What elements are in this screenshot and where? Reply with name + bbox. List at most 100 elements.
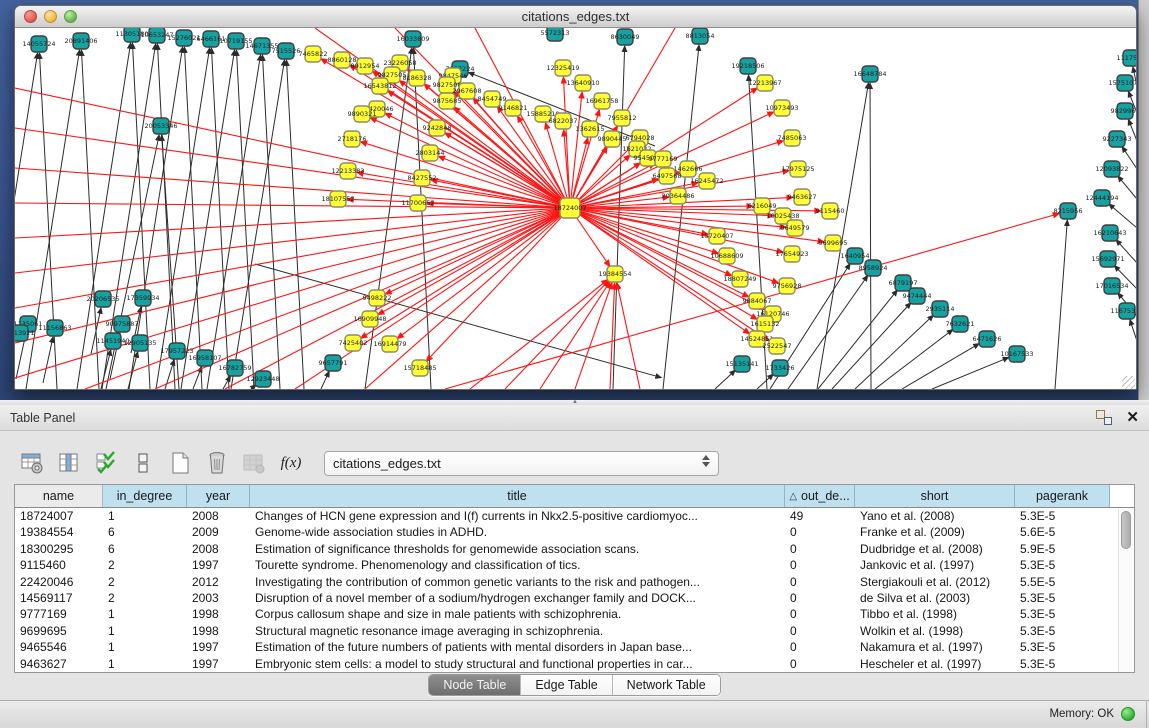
column-header-title[interactable]: title xyxy=(250,485,785,507)
cell-title: Investigating the contribution of common… xyxy=(250,574,785,590)
graph-node-label: 2522547 xyxy=(763,342,792,350)
cell-year: 2008 xyxy=(187,541,250,557)
splitter-grip-icon[interactable]: ▲ xyxy=(572,400,581,405)
cell-in_degree: 1 xyxy=(103,623,187,639)
graph-node-label: 1733426 xyxy=(766,364,795,372)
cell-short: Yano et al. (2008) xyxy=(855,508,1015,524)
table-row[interactable]: 1456911722003Disruption of a novel membe… xyxy=(15,590,1134,606)
graph-node-label: 1640954 xyxy=(841,252,870,260)
table-row[interactable]: 969969511998Structural magnetic resonanc… xyxy=(15,623,1134,639)
float-window-icon[interactable] xyxy=(1096,410,1112,425)
window-resize-grip[interactable] xyxy=(1122,376,1135,389)
cell-in_degree: 2 xyxy=(103,574,187,590)
table-row[interactable]: 911546021997Tourette syndrome. Phenomeno… xyxy=(15,557,1134,573)
tab-node-table[interactable]: Node Table xyxy=(429,675,521,695)
table-row[interactable]: 977716911998Corpus callosum shape and si… xyxy=(15,606,1134,622)
graph-node-label: 16648784 xyxy=(853,70,886,78)
cell-pagerank: 5.3E-5 xyxy=(1015,590,1110,606)
cell-in_degree: 2 xyxy=(103,590,187,606)
graph-node-label: 2935114 xyxy=(926,305,955,313)
cell-pagerank: 5.3E-5 xyxy=(1015,557,1110,573)
show-columns-icon[interactable] xyxy=(57,450,81,476)
graph-node-label: 16961758 xyxy=(585,97,618,105)
column-header-pagerank[interactable]: pagerank xyxy=(1015,485,1110,507)
tab-edge-table[interactable]: Edge Table xyxy=(521,675,612,695)
column-header-year[interactable]: year xyxy=(187,485,250,507)
cell-out_de: 0 xyxy=(785,656,855,672)
tab-network-table[interactable]: Network Table xyxy=(613,675,720,695)
zoom-window-icon[interactable] xyxy=(64,10,77,23)
new-table-icon[interactable] xyxy=(168,450,192,476)
graph-node-label: 10688609 xyxy=(710,252,743,260)
close-window-icon[interactable] xyxy=(24,10,37,23)
graph-node-label: 6822037 xyxy=(549,117,578,125)
cell-pagerank: 5.9E-5 xyxy=(1015,541,1110,557)
network-view-window[interactable]: citations_edges.txt 18724007140557242089… xyxy=(14,5,1137,390)
vertical-scrollbar[interactable] xyxy=(1118,509,1133,672)
graph-node-label: 8958924 xyxy=(859,264,888,272)
graph-node-label: 6216049 xyxy=(748,202,777,210)
panel-splitter[interactable]: ▲ xyxy=(0,400,1149,405)
table-panel: ▲ Table Panel ✕ f(x) citations_edges.txt… xyxy=(0,400,1149,727)
network-graph[interactable]: 1872400714055724208914061130518010653247… xyxy=(15,28,1136,390)
panel-title: Table Panel xyxy=(10,411,75,425)
column-header-out_de[interactable]: △out_de... xyxy=(785,485,855,507)
column-header-in_degree[interactable]: in_degree xyxy=(103,485,187,507)
window-titlebar[interactable]: citations_edges.txt xyxy=(15,6,1136,28)
cell-out_de: 0 xyxy=(785,557,855,573)
graph-node-label: 9699695 xyxy=(819,239,848,247)
table-row[interactable]: 1872400712008Changes of HCN gene express… xyxy=(15,508,1134,524)
cell-short: Wolkin et al. (1998) xyxy=(855,623,1015,639)
cell-short: Hescheler et al. (1997) xyxy=(855,656,1015,672)
sort-ascending-icon: △ xyxy=(789,491,797,502)
cell-name: 9465546 xyxy=(15,639,103,655)
table-row[interactable]: 1938455462009Genome-wide association stu… xyxy=(15,524,1134,540)
graph-node-label: 20053346 xyxy=(144,122,177,130)
table-tabs-bar: Node Table Edge Table Network Table xyxy=(0,674,1149,696)
column-header-short[interactable]: short xyxy=(855,485,1015,507)
graph-node-label: 19218506 xyxy=(731,62,764,70)
select-rows-icon[interactable] xyxy=(94,450,118,476)
graph-node-label: 15692971 xyxy=(1091,255,1124,263)
network-desktop: citations_edges.txt 18724007140557242089… xyxy=(0,0,1149,400)
graph-node-label: 7515526 xyxy=(272,47,301,55)
graph-node-label: 16245472 xyxy=(690,177,723,185)
graph-node-label: 7425402 xyxy=(339,339,368,347)
graph-node-label: 7485063 xyxy=(778,134,807,142)
table-row[interactable]: 2242004622012Investigating the contribut… xyxy=(15,574,1134,590)
graph-node-label: 9884067 xyxy=(743,297,772,305)
graph-node-label: 12093822 xyxy=(1095,165,1128,173)
graph-node-label: 16543812 xyxy=(363,82,396,90)
graph-node-label: 11156863 xyxy=(38,324,71,332)
cell-year: 1997 xyxy=(187,557,250,573)
graph-node-label: 9756928 xyxy=(773,282,802,290)
minimize-window-icon[interactable] xyxy=(44,10,57,23)
cell-in_degree: 2 xyxy=(103,557,187,573)
delete-table-icon[interactable] xyxy=(205,450,229,476)
graph-node-label: 2718176 xyxy=(338,135,367,143)
function-builder-icon[interactable]: f(x) xyxy=(279,450,303,476)
cell-name: 9115460 xyxy=(15,557,103,573)
table-row[interactable]: 946554611997Estimation of the future num… xyxy=(15,639,1134,655)
cell-title: Corpus callosum shape and size in male p… xyxy=(250,606,785,622)
graph-node-label: 2967608 xyxy=(453,87,482,95)
cell-out_de: 49 xyxy=(785,508,855,524)
graph-node-label: 19384554 xyxy=(598,270,631,278)
close-panel-icon[interactable]: ✕ xyxy=(1126,410,1139,425)
table-row[interactable]: 946362711997Embryonic stem cells: a mode… xyxy=(15,656,1134,672)
graph-node-label: 18107552 xyxy=(321,195,354,203)
table-row[interactable]: 1830029562008Estimation of significance … xyxy=(15,541,1134,557)
import-table-disabled-icon[interactable] xyxy=(242,450,266,476)
scrollbar-thumb[interactable] xyxy=(1121,511,1131,549)
window-title: citations_edges.txt xyxy=(522,9,630,24)
cell-year: 2012 xyxy=(187,574,250,590)
table-selector-dropdown[interactable]: citations_edges.txt xyxy=(324,451,719,476)
column-header-name[interactable]: name xyxy=(15,485,103,507)
graph-node-label: 16958107 xyxy=(188,354,221,362)
network-canvas[interactable]: 1872400714055724208914061130518010653247… xyxy=(15,28,1136,390)
graph-node-label: 9890321 xyxy=(348,110,377,118)
graph-node-label: 9227343 xyxy=(1103,135,1132,143)
graph-node-label: 17654923 xyxy=(775,250,808,258)
table-settings-icon[interactable] xyxy=(20,450,44,476)
row-height-icon[interactable] xyxy=(131,450,155,476)
